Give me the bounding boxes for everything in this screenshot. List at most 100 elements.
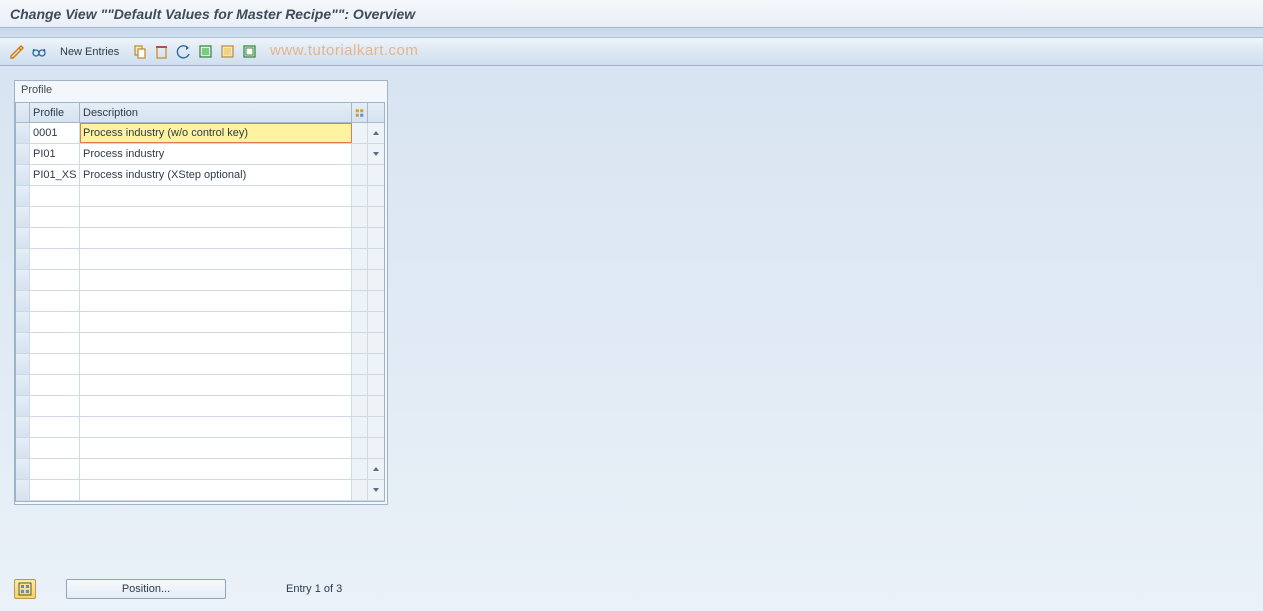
scroll-track[interactable] (368, 312, 384, 332)
scroll-track[interactable] (368, 207, 384, 227)
row-selector[interactable] (16, 459, 30, 479)
profile-desc-cell[interactable] (80, 270, 352, 290)
table-row (16, 207, 384, 228)
scroll-thumb-icon[interactable] (371, 144, 381, 164)
row-spacer (352, 291, 368, 311)
undo-icon[interactable] (175, 43, 193, 61)
profile-desc-cell[interactable] (80, 438, 352, 458)
scroll-track[interactable] (368, 459, 384, 479)
new-entries-button[interactable]: New Entries (52, 42, 127, 62)
row-selector[interactable] (16, 354, 30, 374)
table-row (16, 375, 384, 396)
profile-code-cell[interactable] (30, 291, 80, 311)
profile-code-cell[interactable] (30, 396, 80, 416)
title-bar: Change View ""Default Values for Master … (0, 0, 1263, 28)
glasses-details-icon[interactable] (30, 43, 48, 61)
profile-desc-cell[interactable] (80, 375, 352, 395)
row-selector[interactable] (16, 333, 30, 353)
scroll-up-small-icon[interactable] (371, 459, 381, 479)
scroll-track[interactable] (368, 186, 384, 206)
profile-code-cell[interactable] (30, 270, 80, 290)
profile-code-cell[interactable] (30, 333, 80, 353)
profile-desc-cell[interactable] (80, 417, 352, 437)
profile-desc-cell[interactable]: Process industry (w/o control key) (80, 123, 352, 143)
row-selector[interactable] (16, 417, 30, 437)
scroll-track[interactable] (368, 249, 384, 269)
select-block-icon[interactable] (219, 43, 237, 61)
scroll-track[interactable] (368, 354, 384, 374)
header-select-all[interactable] (16, 103, 30, 122)
profile-code-cell[interactable] (30, 312, 80, 332)
row-spacer (352, 375, 368, 395)
scroll-track[interactable] (368, 333, 384, 353)
profile-code-cell[interactable] (30, 459, 80, 479)
row-spacer (352, 123, 368, 143)
scroll-track[interactable] (368, 270, 384, 290)
profile-desc-cell[interactable] (80, 459, 352, 479)
profile-code-cell[interactable]: 0001 (30, 123, 80, 143)
configure-columns-icon[interactable] (352, 103, 368, 122)
footer-bar: Position... Entry 1 of 3 (14, 579, 342, 599)
profile-code-cell[interactable] (30, 186, 80, 206)
profile-code-cell[interactable] (30, 354, 80, 374)
row-selector[interactable] (16, 165, 30, 185)
toggle-edit-icon[interactable] (8, 43, 26, 61)
profile-desc-cell[interactable] (80, 396, 352, 416)
deselect-all-icon[interactable] (241, 43, 259, 61)
profile-panel: Profile Profile Description 0001Process … (14, 80, 388, 505)
profile-code-cell[interactable]: PI01_XS (30, 165, 80, 185)
row-selector[interactable] (16, 375, 30, 395)
profile-desc-cell[interactable] (80, 480, 352, 500)
row-selector[interactable] (16, 270, 30, 290)
delete-icon[interactable] (153, 43, 171, 61)
row-selector[interactable] (16, 438, 30, 458)
profile-desc-cell[interactable]: Process industry (80, 144, 352, 164)
profile-desc-cell[interactable] (80, 354, 352, 374)
header-description[interactable]: Description (80, 103, 352, 122)
row-selector[interactable] (16, 123, 30, 143)
scroll-down-icon[interactable] (371, 480, 381, 500)
profile-code-cell[interactable] (30, 375, 80, 395)
scroll-track[interactable] (368, 291, 384, 311)
profile-desc-cell[interactable] (80, 291, 352, 311)
profile-code-cell[interactable] (30, 228, 80, 248)
profile-code-cell[interactable] (30, 207, 80, 227)
row-selector[interactable] (16, 291, 30, 311)
row-selector[interactable] (16, 186, 30, 206)
profile-code-cell[interactable] (30, 249, 80, 269)
row-selector[interactable] (16, 396, 30, 416)
profile-code-cell[interactable]: PI01 (30, 144, 80, 164)
position-button[interactable]: Position... (66, 579, 226, 599)
row-selector[interactable] (16, 480, 30, 500)
profile-desc-cell[interactable] (80, 249, 352, 269)
copy-icon[interactable] (131, 43, 149, 61)
profile-desc-cell[interactable] (80, 333, 352, 353)
scroll-track[interactable] (368, 375, 384, 395)
scroll-track[interactable] (368, 123, 384, 143)
scroll-up-icon[interactable] (371, 123, 381, 143)
profile-desc-cell[interactable]: Process industry (XStep optional) (80, 165, 352, 185)
profile-code-cell[interactable] (30, 480, 80, 500)
scroll-track[interactable] (368, 144, 384, 164)
profile-desc-cell[interactable] (80, 228, 352, 248)
header-profile[interactable]: Profile (30, 103, 80, 122)
row-selector[interactable] (16, 249, 30, 269)
scroll-track[interactable] (368, 438, 384, 458)
position-icon[interactable] (14, 579, 36, 599)
profile-desc-cell[interactable] (80, 207, 352, 227)
scroll-track[interactable] (368, 165, 384, 185)
scroll-track[interactable] (368, 417, 384, 437)
select-all-icon[interactable] (197, 43, 215, 61)
row-selector[interactable] (16, 207, 30, 227)
row-selector[interactable] (16, 144, 30, 164)
row-selector[interactable] (16, 312, 30, 332)
profile-code-cell[interactable] (30, 438, 80, 458)
profile-desc-cell[interactable] (80, 312, 352, 332)
scroll-track[interactable] (368, 480, 384, 500)
scroll-track[interactable] (368, 396, 384, 416)
scroll-track[interactable] (368, 228, 384, 248)
profile-desc-cell[interactable] (80, 186, 352, 206)
row-selector[interactable] (16, 228, 30, 248)
row-spacer (352, 459, 368, 479)
profile-code-cell[interactable] (30, 417, 80, 437)
